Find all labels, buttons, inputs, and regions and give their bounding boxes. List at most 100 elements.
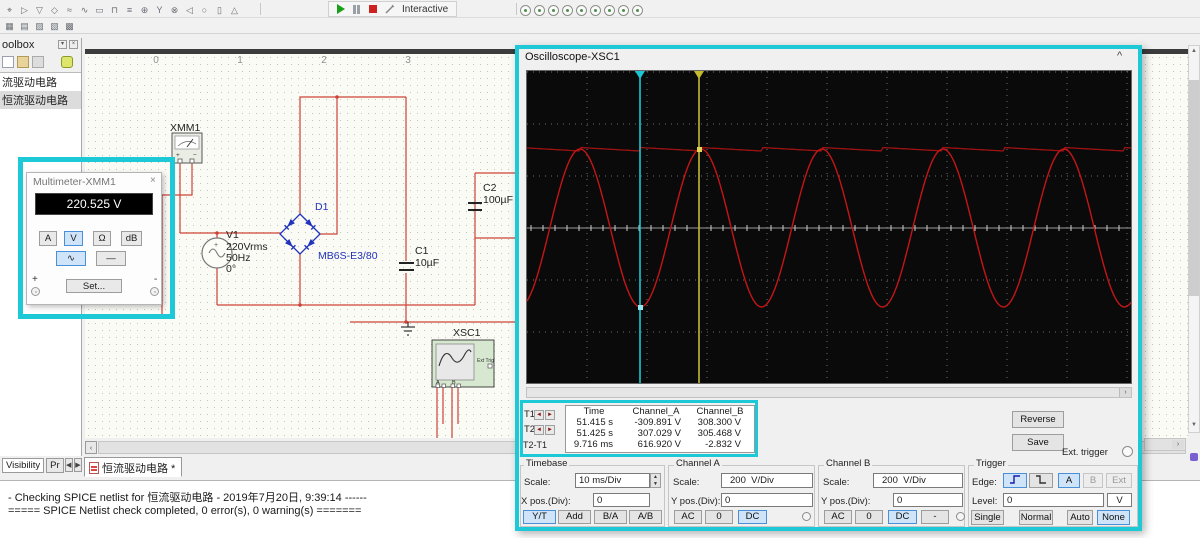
graphic-annotation-icon[interactable]: ▤ [17, 18, 32, 34]
trigger-auto-button[interactable]: Auto [1067, 510, 1093, 525]
v1-ref-label[interactable]: V1 [226, 230, 239, 241]
t2-move-left-icon[interactable]: ◄ [534, 425, 544, 435]
t2-move-right-icon[interactable]: ► [545, 425, 555, 435]
probe-icon[interactable] [631, 5, 643, 16]
ext-trigger-terminal-icon[interactable] [1122, 446, 1133, 457]
reverse-button[interactable]: Reverse [1012, 411, 1064, 428]
probe-icon[interactable] [589, 5, 601, 16]
trigger-level-unit[interactable]: V [1107, 493, 1132, 507]
channel-a-scale-input[interactable]: 200 V/Div [721, 473, 813, 488]
save-button[interactable]: Save [1012, 434, 1064, 451]
component-toolbar-icon[interactable]: ∿ [77, 2, 92, 18]
channel-a-ac-button[interactable]: AC [674, 510, 702, 524]
channel-b-ypos-input[interactable]: 0 [893, 493, 963, 507]
component-toolbar-icon[interactable]: ≡ [122, 2, 137, 18]
timebase-scale-spinner[interactable]: ▲ ▼ [650, 473, 661, 488]
trigger-level-input[interactable]: 0 [1003, 493, 1104, 507]
channel-a-zero-button[interactable]: 0 [705, 510, 733, 524]
probe-icon[interactable] [533, 5, 545, 16]
save-document-icon[interactable] [32, 56, 44, 68]
component-toolbar-icon[interactable]: ◁ [182, 2, 197, 18]
probe-icon[interactable] [617, 5, 629, 16]
scroll-up-icon[interactable]: ▲ [1189, 46, 1199, 57]
channel-a-ypos-input[interactable]: 0 [721, 493, 813, 507]
component-toolbar-icon[interactable]: ▽ [32, 2, 47, 18]
timebase-xpos-input[interactable]: 0 [593, 493, 650, 507]
falling-edge-button[interactable] [1029, 473, 1053, 488]
run-simulation-icon[interactable] [337, 4, 345, 14]
component-toolbar-icon[interactable]: ▯ [212, 2, 227, 18]
trigger-normal-button[interactable]: Normal [1019, 510, 1053, 525]
probe-icon[interactable] [561, 5, 573, 16]
scope-time-scrollbar[interactable]: › [526, 387, 1132, 398]
component-toolbar-icon[interactable]: ▷ [17, 2, 32, 18]
ab-mode-button[interactable]: A/B [629, 510, 662, 524]
channel-b-zero-button[interactable]: 0 [855, 510, 883, 524]
component-toolbar-icon[interactable]: ⊕ [137, 2, 152, 18]
panel-pin-icon[interactable]: ▾ [58, 40, 67, 49]
hscroll-right-icon[interactable]: › [1172, 440, 1184, 449]
graphic-annotation-icon[interactable]: ▧ [47, 18, 62, 34]
probe-icon[interactable] [603, 5, 615, 16]
new-document-icon[interactable] [2, 56, 14, 68]
set-button[interactable]: Set... [66, 279, 122, 293]
probe-icon[interactable] [575, 5, 587, 16]
c1-ref-label[interactable]: C1 [415, 246, 428, 257]
tab-project[interactable]: Pr [46, 458, 64, 473]
component-toolbar-icon[interactable]: ⌖ [2, 2, 17, 18]
graphic-annotation-icon[interactable]: ▦ [2, 18, 17, 34]
open-folder-icon[interactable] [17, 56, 29, 68]
yt-mode-button[interactable]: Y/T [523, 510, 556, 524]
probe-icon[interactable] [519, 5, 531, 16]
scroll-down-icon[interactable]: ▼ [1189, 420, 1199, 431]
ba-mode-button[interactable]: B/A [594, 510, 627, 524]
interactive-mode-label[interactable]: Interactive [402, 4, 448, 15]
trigger-source-b-button[interactable]: B [1083, 473, 1103, 488]
trigger-single-button[interactable]: Single [971, 510, 1004, 525]
canvas-hscrollbar-right[interactable]: › [1144, 438, 1186, 451]
close-icon[interactable]: × [150, 175, 156, 186]
channel-a-dc-button[interactable]: DC [738, 510, 767, 524]
dc-mode-button[interactable]: — [96, 251, 126, 266]
c2-ref-label[interactable]: C2 [483, 183, 496, 194]
mode-ohm-button[interactable]: Ω [93, 231, 111, 246]
multimeter-window[interactable]: Multimeter-XMM1 × 220.525 V A V Ω dB ∿ —… [26, 172, 162, 305]
component-toolbar-icon[interactable]: ○ [197, 2, 212, 18]
d1-ref-label[interactable]: D1 [315, 202, 328, 213]
pause-simulation-icon[interactable] [353, 4, 360, 14]
tab-scroll-left-icon[interactable]: ◀ [64, 458, 73, 472]
vscroll-thumb[interactable] [1189, 80, 1199, 296]
component-toolbar-icon[interactable]: ⊗ [167, 2, 182, 18]
tab-scroll-right-icon[interactable]: ▶ [73, 458, 82, 472]
add-mode-button[interactable]: Add [558, 510, 591, 524]
trigger-source-ext-button[interactable]: Ext [1106, 473, 1132, 488]
t1-move-right-icon[interactable]: ► [545, 410, 555, 420]
hscroll-left-icon[interactable]: ‹ [85, 441, 97, 454]
channel-b-ac-button[interactable]: AC [824, 510, 852, 524]
xsc1-label[interactable]: XSC1 [453, 328, 480, 339]
component-toolbar-icon[interactable]: ≈ [62, 2, 77, 18]
component-toolbar-icon[interactable]: ▭ [92, 2, 107, 18]
graphic-annotation-icon[interactable]: ▩ [62, 18, 77, 34]
design-tree-item[interactable]: 恒流驱动电路 [0, 91, 81, 109]
panel-close-icon[interactable]: × [69, 40, 78, 49]
trigger-source-a-button[interactable]: A [1058, 473, 1080, 488]
canvas-vscrollbar[interactable]: ▲ ▼ [1188, 45, 1200, 433]
status-notification-icon[interactable] [1190, 453, 1198, 461]
scope-scroll-right-icon[interactable]: › [1119, 388, 1131, 397]
timebase-scale-input[interactable]: 10 ms/Div [575, 473, 650, 488]
xmm1-label[interactable]: XMM1 [170, 123, 200, 134]
channel-b-dc-button[interactable]: DC [888, 510, 917, 524]
graphic-annotation-icon[interactable]: ▨ [32, 18, 47, 34]
component-toolbar-icon[interactable]: △ [227, 2, 242, 18]
component-toolbar-icon[interactable]: Y [152, 2, 167, 18]
ac-mode-button[interactable]: ∿ [56, 251, 86, 266]
oscilloscope-display[interactable] [526, 70, 1132, 384]
component-toolbar-icon[interactable]: ◇ [47, 2, 62, 18]
collapse-icon[interactable]: ^ [1117, 50, 1122, 62]
snapshot-icon[interactable] [61, 56, 73, 68]
rising-edge-button[interactable] [1003, 473, 1027, 488]
mode-volt-button[interactable]: V [64, 231, 83, 246]
channel-b-minus-button[interactable]: - [921, 510, 949, 524]
stop-simulation-icon[interactable] [369, 5, 377, 13]
